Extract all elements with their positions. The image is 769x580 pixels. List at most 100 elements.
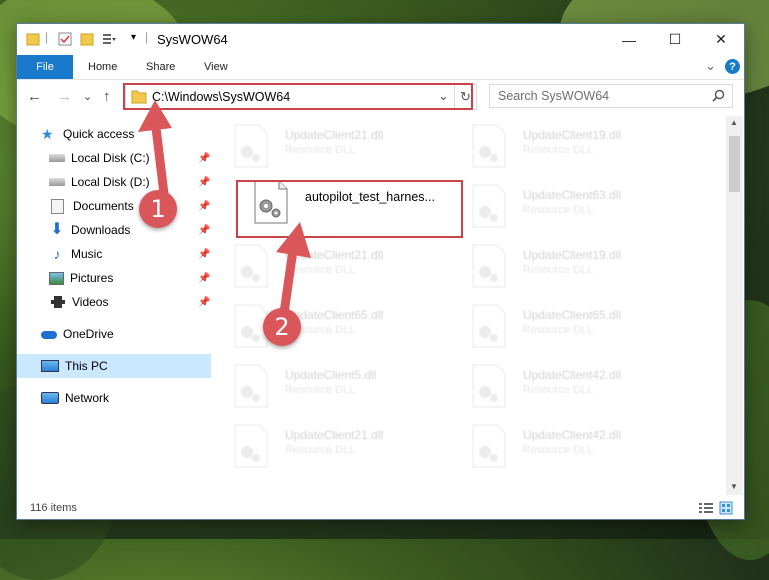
scroll-down-icon[interactable]: ▼ (730, 482, 738, 491)
file-name: UpdateClient21.dll (285, 248, 384, 262)
sidebar-item-network[interactable]: Network (17, 386, 211, 410)
address-row: ← → ⌄ ↑ C:\Windows\SysWOW64 ⌄ ↻ Search S… (17, 80, 744, 112)
list-item[interactable]: UpdateClient21.dll Resource DLL (221, 418, 441, 470)
cloud-icon (41, 331, 57, 339)
list-item[interactable]: UpdateClient19.dll Resource DLL (459, 238, 679, 290)
list-item[interactable]: UpdateClient19.dll Resource DLL (459, 118, 679, 170)
pin-icon[interactable]: 📌 (198, 153, 210, 164)
sidebar-item-label: OneDrive (63, 327, 114, 341)
sidebar-item-label: Downloads (71, 223, 131, 237)
sidebar-item-label: Videos (72, 295, 109, 309)
drive-icon (49, 178, 65, 186)
step-2-badge: 2 (263, 308, 301, 346)
tab-share[interactable]: Share (146, 55, 175, 79)
dll-file-icon (472, 124, 506, 168)
file-type: Resource DLL (285, 384, 356, 396)
file-type: Resource DLL (523, 384, 594, 396)
file-type: Resource DLL (285, 144, 356, 156)
separator: | (45, 30, 49, 44)
sidebar-item-label: Local Disk (C:) (71, 151, 150, 165)
back-button[interactable]: ← (27, 88, 42, 105)
vertical-scrollbar[interactable]: ▲ ▼ (726, 116, 743, 495)
pin-icon[interactable]: 📌 (198, 297, 210, 308)
list-item[interactable]: UpdateClient5.dll Resource DLL (221, 358, 441, 410)
list-item[interactable]: UpdateClient42.dll Resource DLL (459, 358, 679, 410)
window-title: SysWOW64 (157, 32, 228, 47)
details-view-icon[interactable] (699, 502, 713, 514)
pin-icon[interactable]: 📌 (198, 249, 210, 260)
list-item[interactable]: UpdateClient65.dll Resource DLL (459, 298, 679, 350)
sidebar-item-local-disk-d[interactable]: Local Disk (D:) 📌 (17, 170, 211, 194)
dll-file-icon (472, 244, 506, 288)
up-button[interactable]: ↑ (103, 88, 111, 105)
minimize-button[interactable]: — (606, 24, 652, 55)
sidebar-item-documents[interactable]: Documents 📌 (17, 194, 211, 218)
status-bar: 116 items (17, 496, 744, 519)
close-button[interactable]: ✕ (698, 24, 744, 55)
ribbon-expand-icon[interactable]: ⌄ (705, 58, 716, 74)
sidebar-item-pictures[interactable]: Pictures 📌 (17, 266, 211, 290)
large-icons-view-icon[interactable] (719, 501, 733, 515)
sidebar-item-videos[interactable]: Videos 📌 (17, 290, 211, 314)
sidebar-item-downloads[interactable]: ⬇ Downloads 📌 (17, 218, 211, 242)
file-type: Resource DLL (523, 444, 594, 456)
dll-file-icon (234, 124, 268, 168)
file-name: UpdateClient63.dll (523, 188, 622, 202)
sidebar-item-this-pc[interactable]: This PC (17, 354, 211, 378)
list-item[interactable]: UpdateClient42.dll Resource DLL (459, 418, 679, 470)
file-name: UpdateClient65.dll (523, 308, 622, 322)
new-folder-icon[interactable] (79, 31, 95, 47)
list-item[interactable]: UpdateClient65.dll Resource DLL (221, 298, 441, 350)
file-name: UpdateClient19.dll (523, 248, 622, 262)
pin-icon[interactable]: 📌 (198, 177, 210, 188)
list-item[interactable]: UpdateClient21.dll Resource DLL (221, 118, 441, 170)
navigation-pane: ★ Quick access Local Disk (C:) 📌 Local D… (17, 116, 211, 496)
file-type: Resource DLL (523, 324, 594, 336)
scroll-up-icon[interactable]: ▲ (730, 118, 738, 127)
music-icon: ♪ (53, 246, 61, 262)
search-icon[interactable] (712, 89, 725, 102)
dll-file-icon (234, 424, 268, 468)
sidebar-item-onedrive[interactable]: OneDrive (17, 322, 211, 346)
separator: | (145, 30, 149, 44)
sidebar-item-local-disk-c[interactable]: Local Disk (C:) 📌 (17, 146, 211, 170)
properties-icon[interactable] (57, 31, 73, 47)
list-item[interactable]: UpdateClient21.dll Resource DLL (221, 238, 441, 290)
downloads-icon: ⬇ (50, 221, 64, 238)
search-input[interactable]: Search SysWOW64 (489, 84, 733, 108)
list-item[interactable]: UpdateClient63.dll Resource DLL (459, 178, 679, 230)
pin-icon[interactable]: 📌 (198, 225, 210, 236)
recent-locations-icon[interactable]: ⌄ (83, 90, 92, 103)
maximize-button[interactable]: ☐ (652, 24, 698, 55)
pictures-icon (49, 271, 64, 285)
address-bar-highlight (123, 83, 473, 110)
videos-icon (51, 296, 65, 308)
forward-button[interactable]: → (57, 88, 72, 105)
computer-icon (41, 360, 59, 372)
dll-file-icon (234, 244, 268, 288)
tab-home[interactable]: Home (88, 55, 117, 79)
tab-file[interactable]: File (17, 55, 73, 79)
file-name: UpdateClient5.dll (285, 368, 377, 382)
star-icon: ★ (41, 126, 54, 142)
dll-file-icon (472, 424, 506, 468)
scrollbar-thumb[interactable] (729, 136, 740, 192)
sidebar-item-quick-access[interactable]: ★ Quick access (17, 122, 211, 146)
file-name: UpdateClient21.dll (285, 128, 384, 142)
sidebar-item-music[interactable]: ♪ Music 📌 (17, 242, 211, 266)
sidebar-item-label: This PC (65, 359, 108, 373)
file-list: UpdateClient21.dll Resource DLL autopilo… (221, 116, 726, 494)
file-name: UpdateClient21.dll (285, 428, 384, 442)
sidebar-item-label: Music (71, 247, 103, 261)
pin-icon[interactable]: 📌 (198, 201, 210, 212)
drive-icon (49, 154, 65, 162)
step-1-badge: 1 (139, 190, 177, 228)
help-icon[interactable]: ? (725, 59, 740, 74)
file-type: Resource DLL (285, 444, 356, 456)
quick-access-dropdown-icon[interactable]: ▾ (131, 32, 136, 43)
tab-view[interactable]: View (204, 55, 228, 79)
pin-icon[interactable]: 📌 (198, 273, 210, 284)
file-type: Resource DLL (523, 264, 594, 276)
customize-toolbar-icon[interactable] (101, 31, 117, 47)
folder-icon[interactable] (25, 31, 41, 47)
